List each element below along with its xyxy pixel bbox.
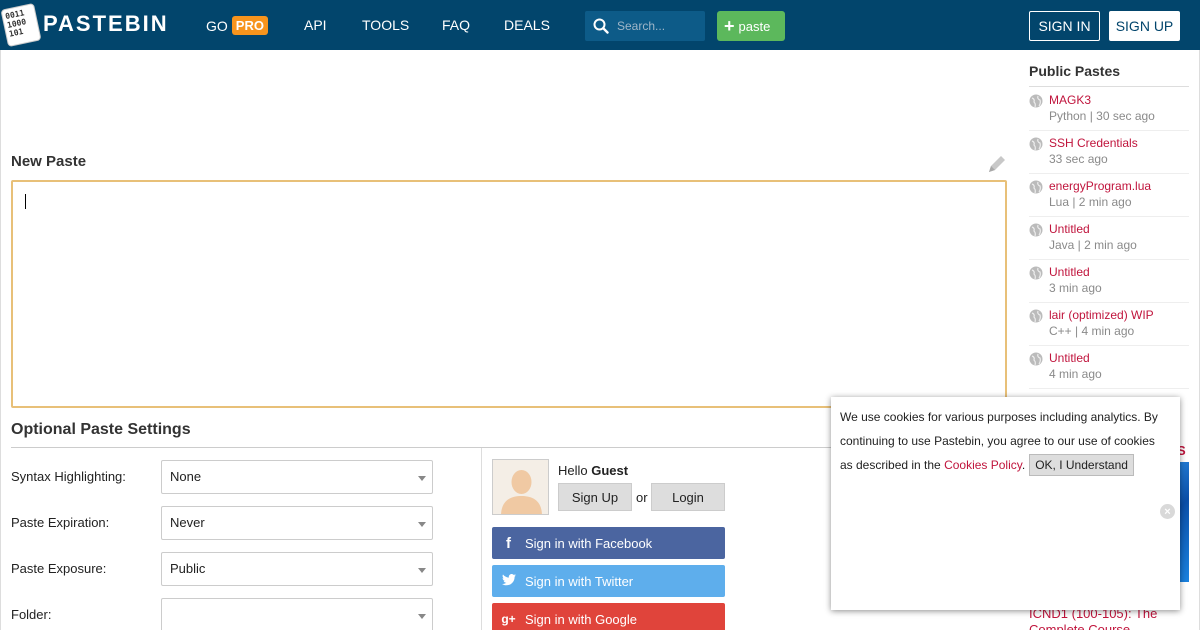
public-paste-meta: C++ | 4 min ago [1049,324,1135,338]
paste-expiration-value: Never [170,515,205,530]
public-paste-meta: 3 min ago [1049,281,1102,295]
text-caret [25,194,26,209]
new-paste-label: paste [738,18,771,34]
sign-up-button[interactable]: SIGN UP [1109,11,1180,41]
search-input[interactable] [617,19,697,33]
sign-in-button[interactable]: SIGN IN [1029,11,1100,41]
sidebar-divider-line [1029,86,1189,87]
public-paste-item[interactable]: lair (optimized) WIP C++ | 4 min ago [1029,303,1189,346]
syntax-highlighting-value: None [170,469,202,484]
chevron-down-icon [418,522,426,527]
public-paste-item[interactable]: Untitled 4 min ago [1029,346,1189,389]
public-paste-item[interactable]: Untitled 3 min ago [1029,260,1189,303]
public-paste-meta: Java | 2 min ago [1049,238,1137,252]
public-paste-meta: 33 sec ago [1049,152,1108,166]
guest-avatar-icon [501,470,542,514]
pro-badge: PRO [231,16,268,35]
search-box [585,11,705,41]
public-paste-meta: Lua | 2 min ago [1049,195,1132,209]
twitter-sign-in-label: Sign in with Twitter [525,573,634,589]
avatar [492,459,549,515]
pastebin-logo[interactable]: 0011 1000 101 PASTEBIN [1,4,169,46]
pencil-icon[interactable] [986,153,1008,175]
public-paste-name[interactable]: Untitled [1049,222,1090,236]
paste-exposure-select[interactable]: Public [161,552,433,586]
google-plus-icon: g+ [501,612,516,626]
twitter-icon [492,573,525,590]
paste-expiration-select[interactable]: Never [161,506,433,540]
nav-faq[interactable]: FAQ [442,17,470,33]
folder-label: Folder: [11,607,52,622]
new-paste-button[interactable]: + paste [717,11,785,41]
nav-go-pro[interactable]: GO PRO [206,16,268,36]
guest-name: Guest [591,463,629,478]
folder-select[interactable] [161,598,433,630]
globe-icon [1029,137,1043,151]
plus-icon: + [724,16,735,36]
google-sign-in-button[interactable]: g+ Sign in with Google [492,603,725,630]
public-paste-meta: Python | 30 sec ago [1049,109,1155,123]
facebook-sign-in-label: Sign in with Facebook [525,535,653,551]
public-paste-item[interactable]: MAGK3 Python | 30 sec ago [1029,88,1189,131]
logo-badge-icon: 0011 1000 101 [1,4,41,46]
close-icon[interactable]: × [1160,504,1175,519]
chevron-down-icon [418,476,426,481]
public-paste-item[interactable]: Untitled Java | 2 min ago [1029,217,1189,260]
syntax-highlighting-select[interactable]: None [161,460,433,494]
paste-exposure-label: Paste Exposure: [11,561,107,576]
paste-expiration-label: Paste Expiration: [11,515,110,530]
chevron-down-icon [418,568,426,573]
public-paste-name[interactable]: Untitled [1049,351,1090,365]
facebook-icon: f [506,534,511,552]
chevron-down-icon [418,614,426,619]
globe-icon [1029,180,1043,194]
facebook-sign-in-button[interactable]: f Sign in with Facebook [492,527,725,559]
new-paste-title: New Paste [11,153,87,170]
globe-icon [1029,94,1043,108]
google-sign-in-label: Sign in with Google [525,611,638,627]
nav-go-label: GO [206,18,228,34]
cookie-consent-text: We use cookies for various purposes incl… [840,405,1170,477]
globe-icon [1029,266,1043,280]
nav-tools[interactable]: TOOLS [362,17,409,33]
globe-icon [1029,309,1043,323]
public-paste-item[interactable]: SSH Credentials 33 sec ago [1029,131,1189,174]
twitter-sign-in-button[interactable]: Sign in with Twitter [492,565,725,597]
logo-text: PASTEBIN [43,11,169,36]
globe-icon [1029,223,1043,237]
cookie-text-end: . [1021,458,1026,472]
cookies-policy-link[interactable]: Cookies Policy [944,458,1022,472]
public-paste-meta: 4 min ago [1049,367,1102,381]
globe-icon [1029,352,1043,366]
guest-login-button[interactable]: Login [651,483,725,511]
nav-api[interactable]: API [304,17,327,33]
public-pastes-title: Public Pastes [1029,63,1121,79]
public-paste-name[interactable]: Untitled [1049,265,1090,279]
hello-label: Hello [558,463,588,478]
settings-column-divider [481,448,482,630]
paste-textarea[interactable] [11,180,1007,408]
public-paste-name[interactable]: MAGK3 [1049,93,1091,107]
public-paste-name[interactable]: lair (optimized) WIP [1049,308,1154,322]
paste-exposure-value: Public [170,561,206,576]
hello-guest-text: Hello Guest [558,463,628,478]
public-paste-name[interactable]: energyProgram.lua [1049,179,1151,193]
guest-sign-up-button[interactable]: Sign Up [558,483,632,511]
public-paste-name[interactable]: SSH Credentials [1049,136,1138,150]
top-navbar: 0011 1000 101 PASTEBIN GO PRO API TOOLS F… [0,0,1200,50]
nav-deals[interactable]: DEALS [504,17,550,33]
or-text: or [636,490,648,505]
public-paste-item[interactable]: energyProgram.lua Lua | 2 min ago [1029,174,1189,217]
syntax-highlighting-label: Syntax Highlighting: [11,469,126,484]
search-icon[interactable] [593,18,609,34]
cookie-consent-popup: We use cookies for various purposes incl… [831,397,1180,610]
settings-title: Optional Paste Settings [11,421,191,438]
cookie-ok-button[interactable]: OK, I Understand [1029,454,1134,476]
